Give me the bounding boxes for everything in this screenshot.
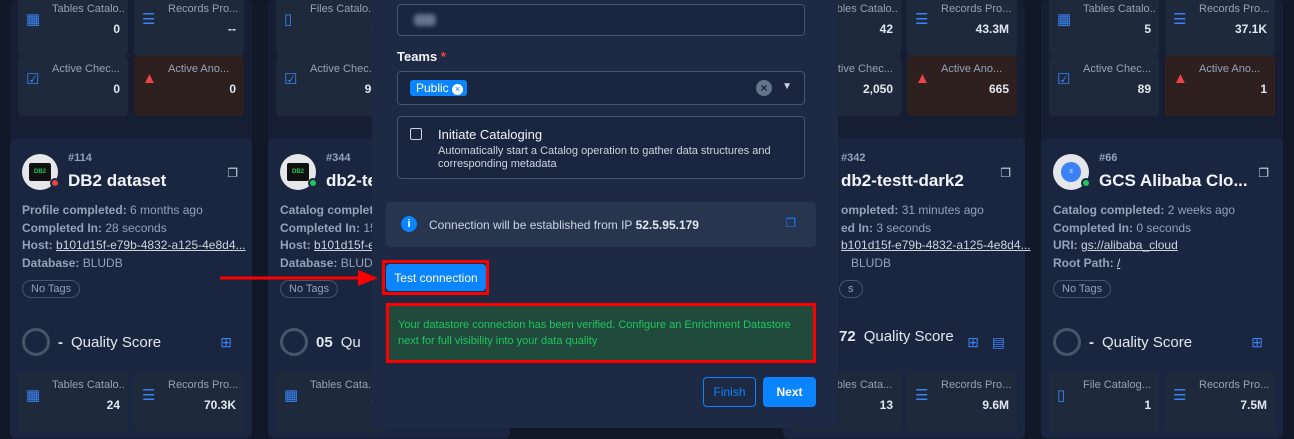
next-button[interactable]: Next	[763, 377, 816, 407]
uri-link[interactable]: gs://alibaba_cloud	[1081, 238, 1178, 252]
calendar-icon[interactable]: ▤	[992, 334, 1005, 351]
add-datastore-modal: Teams * Public × × ▼ Initiate Cataloging…	[372, 0, 838, 428]
cataloging-checkbox[interactable]	[410, 128, 422, 140]
stat-tile[interactable]: ☰ Records Pro... 70.3K	[134, 372, 244, 432]
gcs-logo: ≡	[1053, 154, 1091, 190]
stat-tile[interactable]: ☰ Records Pro... 37.1K	[1165, 0, 1275, 56]
finish-button[interactable]: Finish	[703, 377, 756, 407]
db2-logo: DB2	[280, 154, 318, 190]
list-icon: ☰	[1173, 387, 1187, 404]
warning-icon: ▲	[1173, 70, 1188, 87]
file-icon: ▯	[284, 11, 293, 28]
team-chip[interactable]: Public ×	[410, 80, 468, 96]
stat-tile[interactable]: ☰ Records Pro... --	[134, 0, 244, 56]
quality-score: 72 Quality Score	[839, 328, 954, 345]
warning-icon: ▲	[915, 70, 930, 87]
copy-icon[interactable]: ❐	[785, 216, 796, 230]
teams-label: Teams *	[397, 49, 446, 64]
table-icon: ▦	[26, 11, 41, 28]
warning-icon: ▲	[142, 70, 157, 87]
datastore-name[interactable]: GCS Alibaba Clo...	[1099, 171, 1248, 191]
datastore-name[interactable]: DB2 dataset	[68, 171, 166, 191]
ip-info-box: i Connection will be established from IP…	[386, 202, 816, 247]
check-icon: ☑	[26, 71, 40, 88]
stat-tile[interactable]: ☑ Active Chec... 0	[18, 56, 128, 116]
check-icon: ☑	[284, 71, 298, 88]
stat-tile[interactable]: ▦ Tables Catalo... 0	[18, 0, 128, 56]
stat-tile[interactable]: ▲ Active Ano... 1	[1165, 56, 1275, 116]
stat-tile[interactable]: ☰ Records Pro... 7.5M	[1165, 372, 1275, 432]
status-dot	[50, 178, 60, 188]
bookmark-icon[interactable]: ❐	[1258, 166, 1269, 180]
db2-logo: DB2	[22, 154, 60, 190]
file-icon: ▯	[1057, 387, 1066, 404]
bookmark-icon[interactable]: ❐	[1000, 166, 1011, 180]
list-icon: ☰	[142, 387, 156, 404]
datastore-name[interactable]: db2-te	[326, 171, 377, 191]
list-icon: ☰	[915, 11, 929, 28]
list-icon: ☰	[1173, 11, 1187, 28]
chip-remove-icon[interactable]: ×	[452, 84, 464, 95]
list-icon: ☰	[915, 387, 929, 404]
stat-tile[interactable]: ▦ Tables Catalo... 24	[18, 372, 128, 432]
arrow-annotation	[220, 270, 378, 286]
table-icon: ▦	[26, 387, 41, 404]
test-connection-button[interactable]: Test connection	[386, 264, 486, 291]
stat-tile[interactable]: ▲ Active Ano... 665	[907, 56, 1017, 116]
hierarchy-icon[interactable]: ⊞	[220, 334, 232, 351]
datastore-name[interactable]: db2-testt-dark2	[841, 171, 964, 191]
info-icon: i	[401, 216, 417, 232]
quality-score: - Quality Score	[22, 328, 161, 356]
tag-badge[interactable]: s	[839, 280, 863, 298]
clear-icon[interactable]: ×	[756, 80, 772, 96]
status-dot	[1081, 178, 1091, 188]
status-dot	[308, 178, 318, 188]
blurred-input[interactable]	[397, 4, 805, 36]
quality-score: 05 Qu	[280, 328, 361, 356]
chevron-down-icon[interactable]: ▼	[782, 81, 792, 92]
stat-tile[interactable]: ☰ Records Pro... 9.6M	[907, 372, 1017, 432]
tag-badge[interactable]: No Tags	[1053, 280, 1112, 298]
stat-tile[interactable]: ▦ Tables Cata... 7	[276, 372, 386, 432]
stat-tile[interactable]: ☰ Records Pro... 43.3M	[907, 0, 1017, 56]
list-icon: ☰	[142, 11, 156, 28]
table-icon: ▦	[1057, 11, 1072, 28]
bookmark-icon[interactable]: ❐	[227, 166, 238, 180]
cataloging-option[interactable]: Initiate Cataloging Automatically start …	[397, 116, 805, 179]
table-icon: ▦	[284, 387, 299, 404]
stat-tile[interactable]: ▲ Active Ano... 0	[134, 56, 244, 116]
success-message: Your datastore connection has been verif…	[386, 303, 816, 363]
quality-score: - Quality Score	[1053, 328, 1192, 356]
stat-tile[interactable]: ▦ Tables Catalo... 5	[1049, 0, 1159, 56]
stat-tile[interactable]: ☑ Active Chec... 89	[1049, 56, 1159, 116]
stat-tile[interactable]: ☑ Active Chec... 90	[276, 56, 386, 116]
teams-select[interactable]: Public × × ▼	[397, 71, 805, 105]
hierarchy-icon[interactable]: ⊞	[1251, 334, 1263, 351]
hierarchy-icon[interactable]: ⊞	[967, 334, 979, 351]
stat-tile[interactable]: ▯ Files Catalo... 5	[276, 0, 386, 56]
tag-badge[interactable]: No Tags	[22, 280, 81, 298]
host-link[interactable]: b101d15f-e79b-4832-a125-4e8d4...	[56, 238, 246, 252]
check-icon: ☑	[1057, 71, 1071, 88]
stat-tile[interactable]: ▯ File Catalog... 1	[1049, 372, 1159, 432]
